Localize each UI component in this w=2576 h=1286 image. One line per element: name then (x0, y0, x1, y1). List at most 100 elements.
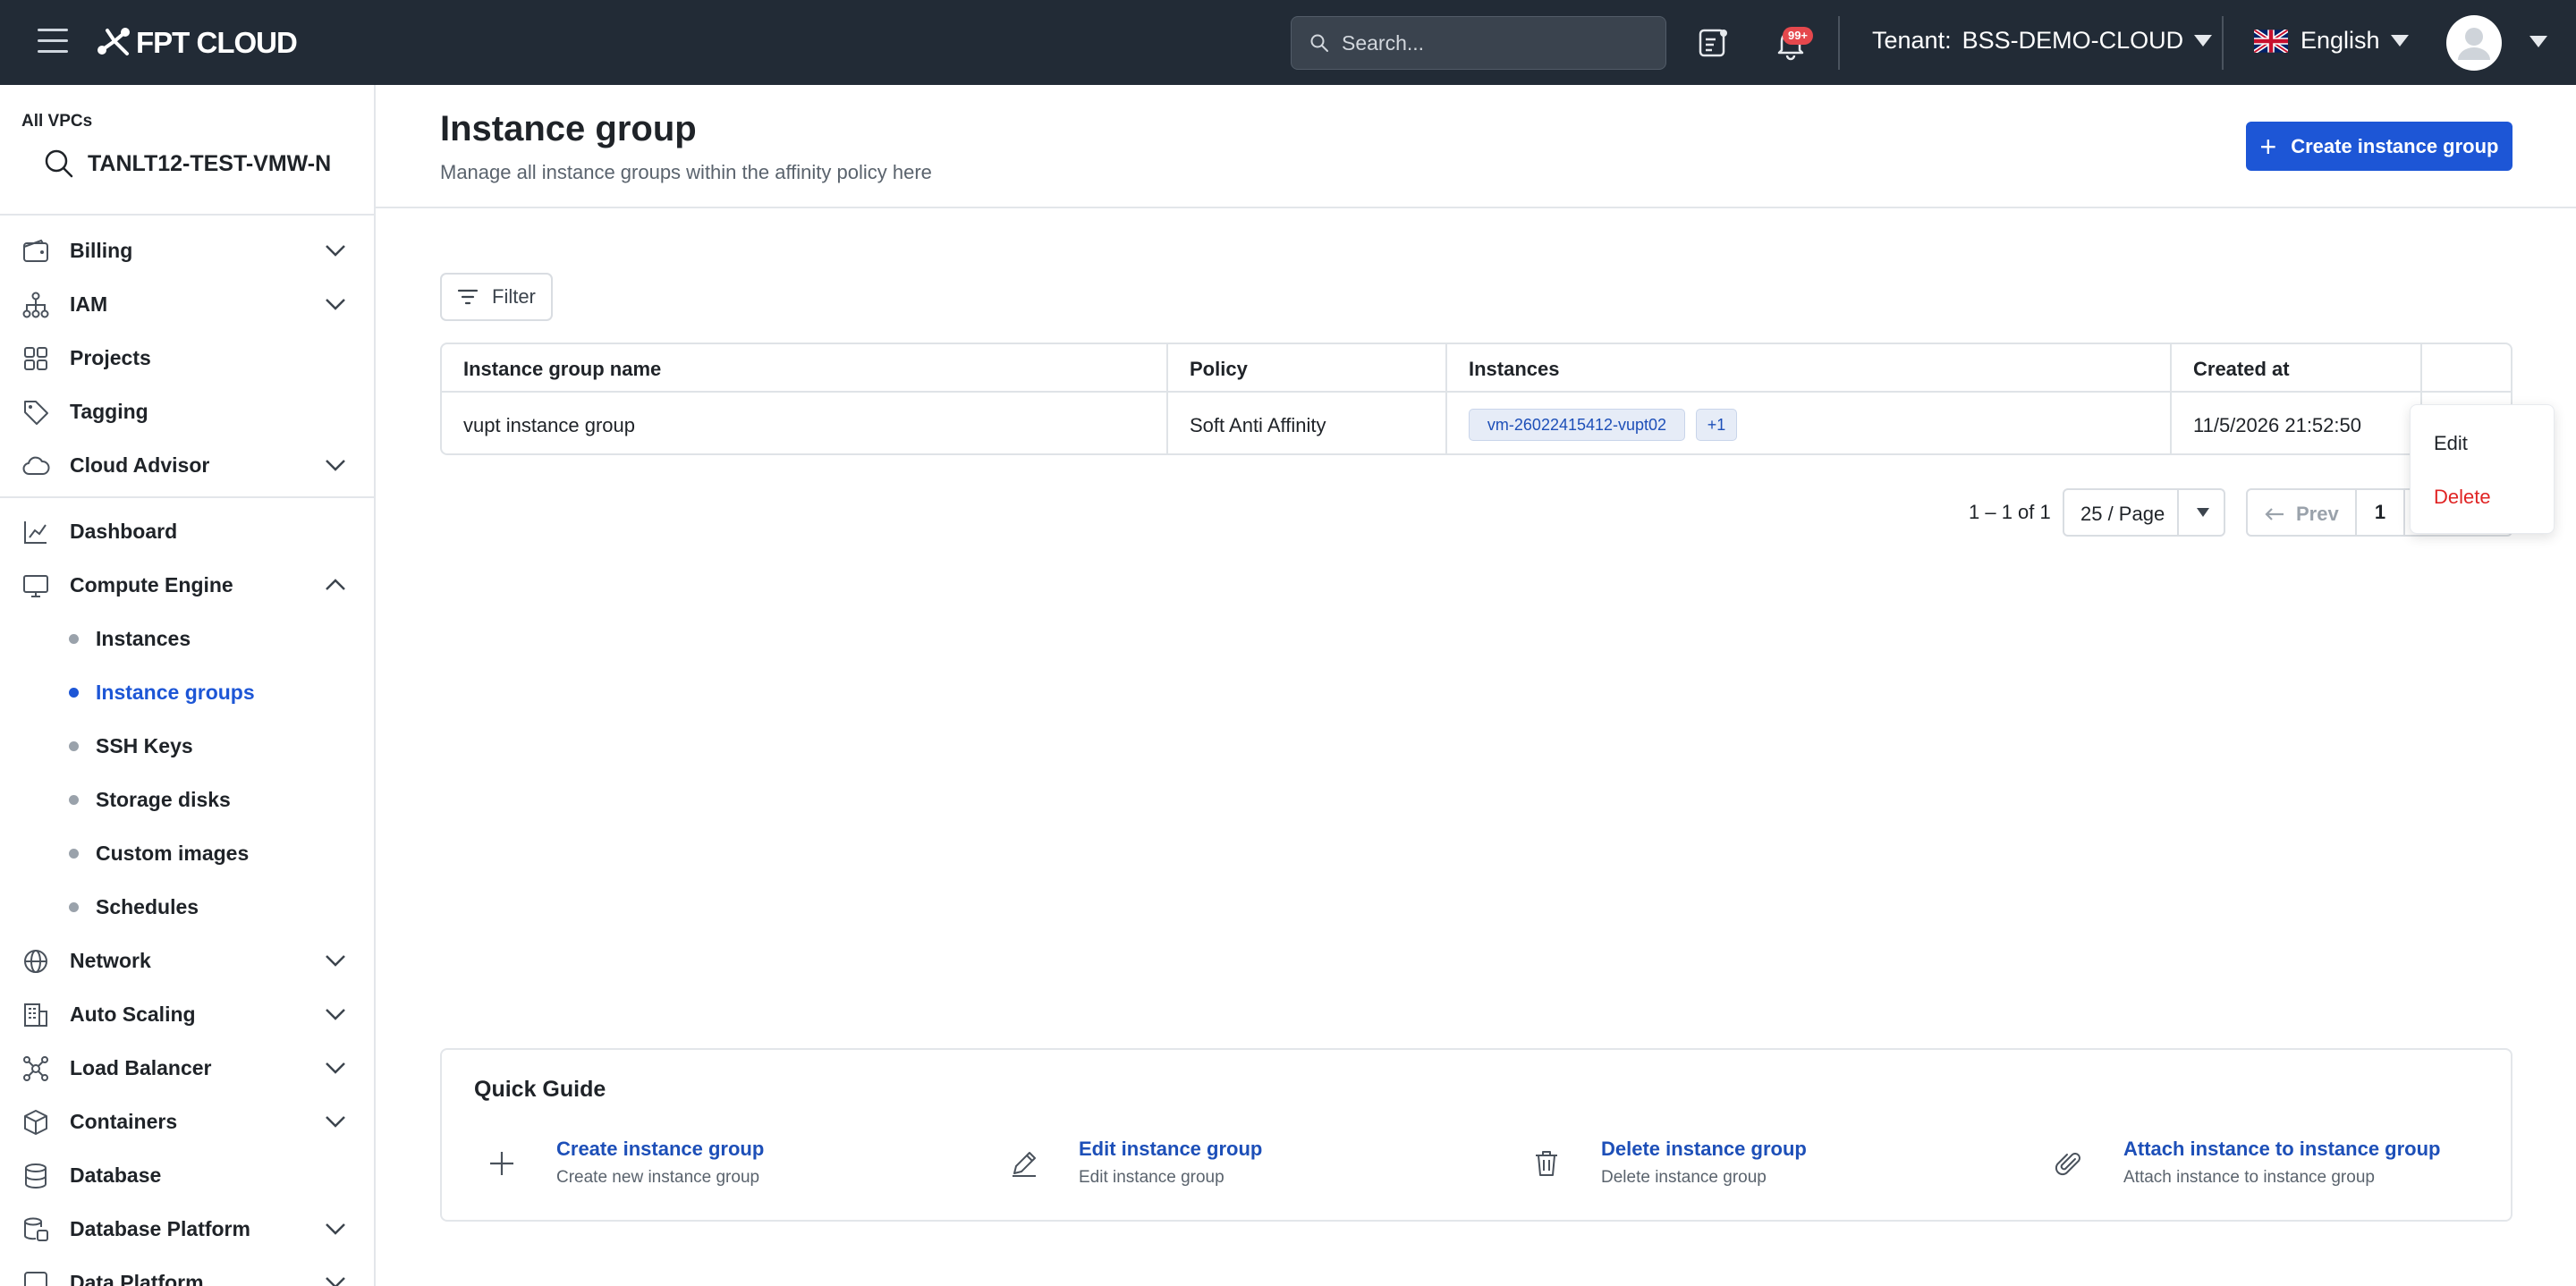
vpc-label: All VPCs (21, 112, 93, 131)
sidebar-subitem-ssh-keys[interactable]: SSH Keys (0, 719, 374, 773)
avatar[interactable] (2446, 15, 2502, 71)
caret-down-icon[interactable] (2529, 36, 2547, 47)
sidebar-subitem-storage-disks[interactable]: Storage disks (0, 773, 374, 826)
news-icon[interactable] (1696, 25, 1732, 61)
page-size-value: 25 / Page (2080, 503, 2165, 525)
sidebar-item-label: Network (70, 948, 151, 972)
sidebar-subitem-instances[interactable]: Instances (0, 612, 374, 665)
sidebar-item-label: Compute Engine (70, 572, 233, 596)
column-header-policy: Policy (1190, 358, 1248, 380)
user-icon (2458, 28, 2490, 60)
cloud-icon (22, 456, 50, 475)
guide-link[interactable]: Delete instance group (1601, 1138, 1807, 1161)
tenant-value: BSS-DEMO-CLOUD (1962, 27, 2184, 54)
chevron-down-icon (326, 1009, 345, 1020)
sidebar-item-auto-scaling[interactable]: Auto Scaling (0, 987, 374, 1041)
chart-icon (24, 521, 47, 544)
page-size-select[interactable]: 25 / Page (2063, 488, 2225, 537)
column-divider (1445, 344, 1447, 453)
cell-policy: Soft Anti Affinity (1190, 414, 1326, 436)
sidebar-item-cloud-advisor[interactable]: Cloud Advisor (0, 438, 374, 492)
column-header-instances: Instances (1469, 358, 1560, 380)
logo-mark-icon (97, 28, 130, 55)
more-instances-chip[interactable]: +1 (1696, 409, 1737, 441)
button-label: Filter (492, 285, 536, 308)
quick-guide-title: Quick Guide (474, 1077, 606, 1102)
guide-link[interactable]: Create instance group (556, 1138, 764, 1161)
guide-link[interactable]: Attach instance to instance group (2123, 1138, 2441, 1161)
bullet (69, 633, 79, 644)
sidebar-item-iam[interactable]: IAM (0, 277, 374, 331)
sidebar-item-tagging[interactable]: Tagging (0, 385, 374, 438)
sidebar-item-compute-engine[interactable]: Compute Engine (0, 558, 374, 612)
bullet (69, 848, 79, 859)
sidebar-item-label: Cloud Advisor (70, 453, 210, 477)
language-selector[interactable]: English (2254, 27, 2409, 55)
page-number[interactable]: 1 (2355, 490, 2405, 535)
row-action-menu: Edit Delete (2410, 404, 2555, 534)
building-icon (24, 1003, 47, 1027)
sidebar-subitem-custom-images[interactable]: Custom images (0, 826, 374, 880)
sidebar-item-label: Database (70, 1163, 162, 1187)
paperclip-icon (2055, 1153, 2080, 1176)
language-label: English (2301, 27, 2380, 54)
instance-chip[interactable]: vm-26022415412-vupt02 (1469, 409, 1685, 441)
cube-icon (24, 1110, 47, 1135)
sidebar-item-label: Instance groups (96, 680, 255, 704)
column-divider (1166, 344, 1168, 453)
sidebar-item-label: Tagging (70, 399, 148, 423)
divider (376, 207, 2576, 208)
wallet-icon (23, 239, 48, 262)
sidebar-subitem-schedules[interactable]: Schedules (0, 880, 374, 934)
sidebar-item-label: Data Platform (70, 1270, 204, 1286)
sidebar-item-label: Auto Scaling (70, 1002, 196, 1026)
create-instance-group-button[interactable]: + Create instance group (2246, 122, 2512, 171)
chevron-down-icon (326, 1116, 345, 1128)
sidebar-item-label: Billing (70, 238, 133, 262)
search-input[interactable] (1342, 30, 1628, 55)
divider (2222, 16, 2224, 70)
bullet (69, 740, 79, 751)
sidebar-item-data-platform[interactable]: Data Platform (0, 1256, 374, 1286)
sidebar-item-database[interactable]: Database (0, 1148, 374, 1202)
caret-down-icon (2390, 35, 2409, 47)
divider (2177, 490, 2179, 535)
sidebar-item-billing[interactable]: Billing (0, 224, 374, 277)
sidebar-item-load-balancer[interactable]: Load Balancer (0, 1041, 374, 1095)
vpc-selector[interactable]: TANLT12-TEST-VMW-N (43, 148, 331, 180)
sidebar-item-dashboard[interactable]: Dashboard (0, 504, 374, 558)
sidebar-item-network[interactable]: Network (0, 934, 374, 987)
sidebar-item-label: Custom images (96, 841, 250, 865)
filter-button[interactable]: Filter (440, 273, 553, 321)
sidebar-subitem-instance-groups[interactable]: Instance groups (0, 665, 374, 719)
quick-guide: Quick Guide Create instance group Create… (440, 1048, 2512, 1222)
data-icon (24, 1272, 47, 1286)
network-icon (23, 1056, 48, 1081)
chevron-down-icon (326, 1223, 345, 1235)
sidebar-item-database-platform[interactable]: Database Platform (0, 1202, 374, 1256)
sidebar-item-label: Database Platform (70, 1216, 250, 1240)
page-subtitle: Manage all instance groups within the af… (440, 161, 932, 183)
menu-icon[interactable] (38, 29, 68, 54)
search-icon (1310, 34, 1328, 52)
menu-item-delete[interactable]: Delete (2434, 486, 2491, 509)
arrow-left-icon (2265, 508, 2284, 520)
prev-button[interactable]: Prev (2264, 503, 2339, 526)
cell-created-at: 11/5/2026 21:52:50 (2193, 414, 2361, 436)
global-search[interactable] (1291, 16, 1666, 70)
sidebar-item-label: Schedules (96, 894, 199, 918)
guide-link[interactable]: Edit instance group (1079, 1138, 1262, 1161)
sidebar-item-containers[interactable]: Containers (0, 1095, 374, 1148)
tenant-selector[interactable]: Tenant: BSS-DEMO-CLOUD (1872, 27, 2213, 55)
sidebar-item-label: Containers (70, 1109, 178, 1133)
globe-icon (24, 950, 47, 973)
guide-desc: Delete instance group (1601, 1168, 1767, 1187)
cell-name[interactable]: vupt instance group (463, 414, 635, 437)
menu-item-edit[interactable]: Edit (2434, 432, 2468, 455)
divider (0, 214, 374, 216)
fpt-cloud-logo[interactable]: FPT CLOUD (95, 25, 298, 61)
sidebar-item-projects[interactable]: Projects (0, 331, 374, 385)
button-label: Create instance group (2291, 134, 2499, 157)
column-divider (2170, 344, 2172, 453)
trash-icon (1536, 1151, 1557, 1176)
